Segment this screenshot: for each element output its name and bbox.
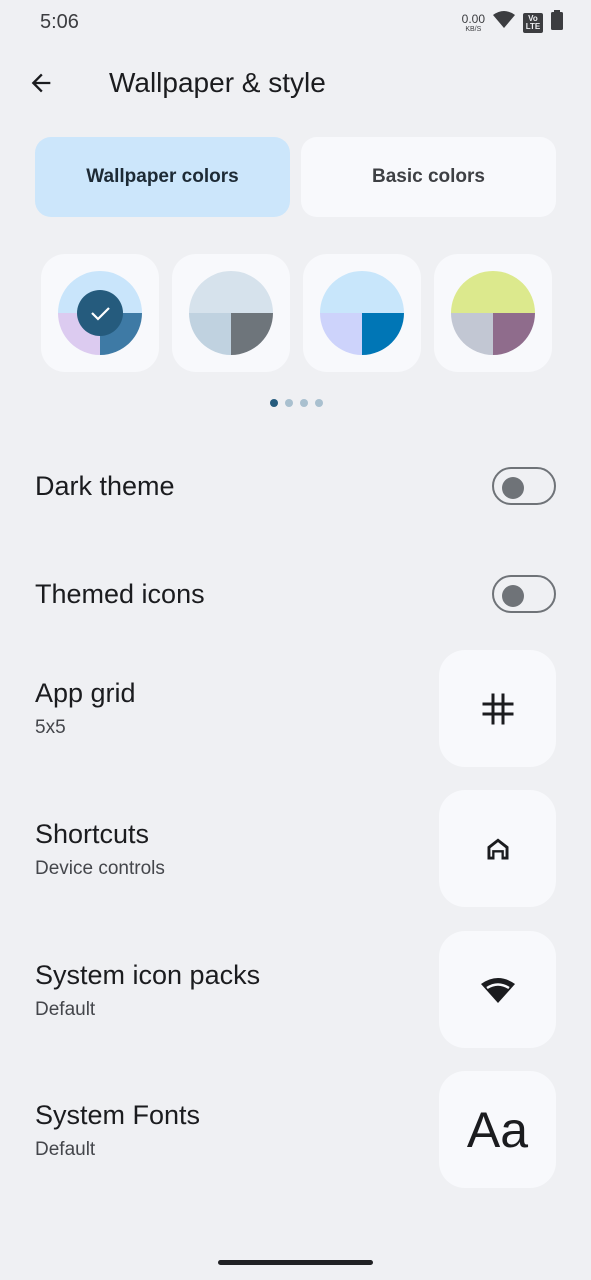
fonts-value: Default [35,1139,96,1160]
shortcuts-tile[interactable] [439,790,556,907]
toggle-knob [502,585,524,607]
swatch-bottom-left [451,313,493,355]
network-speed-value: 0.00 [461,11,485,26]
battery-icon [551,10,563,35]
swatch-top [189,271,273,313]
selected-indicator [77,290,123,336]
page-dot[interactable] [270,399,278,407]
page-dot[interactable] [300,399,308,407]
wifi-signal-icon [493,11,515,34]
color-swatch-1[interactable] [41,254,159,372]
page-dot[interactable] [315,399,323,407]
status-icons: 0.00 KB/S Vo LTE [462,10,563,35]
color-palette-preview [189,271,273,355]
app-grid-label: App grid [35,678,136,708]
fonts-label: System Fonts [35,1100,201,1130]
network-speed: 0.00 KB/S [462,13,485,33]
back-button[interactable] [18,60,64,106]
network-speed-unit: KB/S [465,25,482,33]
status-time: 5:06 [40,11,79,33]
app-grid-row[interactable]: App grid 5x5 [0,650,591,767]
shortcuts-value: Device controls [35,858,165,879]
font-preview: Aa [466,1101,529,1158]
themed-icons-toggle[interactable] [492,575,556,613]
swatch-bottom-right [231,313,273,355]
swatch-bottom-right [362,313,404,355]
dark-theme-row[interactable]: Dark theme [0,440,591,534]
color-palette-preview [320,271,404,355]
app-bar: Wallpaper & style [0,50,591,116]
gesture-nav-handle[interactable] [218,1260,373,1265]
swatch-bottom-left [189,313,231,355]
volte-icon: Vo LTE [523,12,543,33]
shortcuts-label: Shortcuts [35,819,150,849]
color-palette-preview [58,271,142,355]
toggle-knob [502,477,524,499]
tab-wallpaper-colors[interactable]: Wallpaper colors [35,137,290,217]
icon-packs-row[interactable]: System icon packs Default [0,931,591,1048]
color-swatch-row [41,254,552,372]
icon-packs-tile[interactable] [439,931,556,1048]
color-source-tabs: Wallpaper colors Basic colors [35,137,556,217]
page-title: Wallpaper & style [109,67,326,98]
wifi-icon [480,977,515,1003]
swatch-top [320,271,404,313]
tab-basic-colors[interactable]: Basic colors [301,137,556,217]
home-icon [487,838,508,859]
fonts-tile[interactable]: Aa [439,1071,556,1188]
arrow-back-icon [31,73,51,93]
icon-packs-value: Default [35,999,96,1020]
status-bar: 5:06 0.00 KB/S Vo LTE [0,0,591,46]
fonts-row[interactable]: System Fonts Default Aa [0,1071,591,1188]
page-indicator [270,399,323,407]
dark-theme-label: Dark theme [35,471,175,501]
color-swatch-4[interactable] [434,254,552,372]
shortcuts-row[interactable]: Shortcuts Device controls [0,790,591,907]
color-swatch-3[interactable] [303,254,421,372]
color-swatch-2[interactable] [172,254,290,372]
color-palette-preview [451,271,535,355]
themed-icons-label: Themed icons [35,579,205,609]
icon-packs-label: System icon packs [35,960,261,990]
app-grid-tile[interactable] [439,650,556,767]
page-dot[interactable] [285,399,293,407]
themed-icons-row[interactable]: Themed icons [0,548,591,642]
swatch-bottom-left [320,313,362,355]
dark-theme-toggle[interactable] [492,467,556,505]
grid-icon [482,693,513,724]
volte-bottom-label: LTE [525,21,541,31]
swatch-top [451,271,535,313]
app-grid-value: 5x5 [35,717,66,738]
swatch-bottom-right [493,313,535,355]
